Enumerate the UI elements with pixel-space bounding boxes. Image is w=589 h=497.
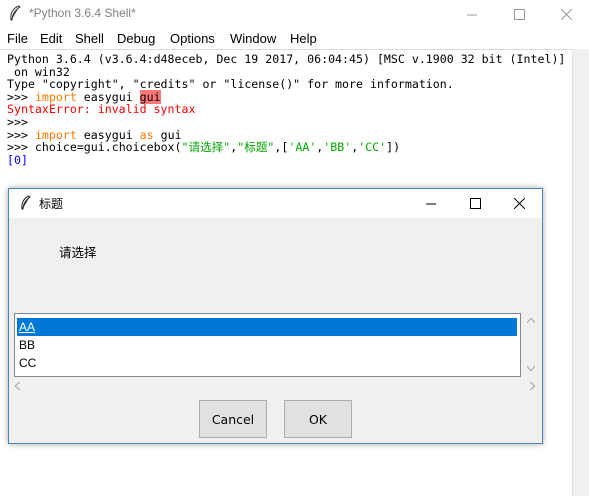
menu-shell[interactable]: Shell	[75, 31, 104, 46]
minimize-button[interactable]	[449, 0, 495, 28]
scroll-down-icon[interactable]	[526, 365, 536, 374]
window-title: *Python 3.6.4 Shell*	[29, 6, 136, 20]
choicebox-dialog: 标题 请选择 AA BB CC Cancel OK	[8, 188, 543, 444]
minimize-icon	[426, 194, 436, 213]
shell-vertical-scrollbar[interactable]	[572, 49, 589, 496]
scroll-up-icon[interactable]	[526, 317, 536, 326]
dialog-titlebar: 标题	[9, 189, 542, 218]
string-literal: 'CC'	[358, 140, 387, 155]
menu-bar: File Edit Shell Debug Options Window Hel…	[0, 28, 589, 49]
punct: ,[	[274, 140, 289, 155]
menu-debug[interactable]: Debug	[117, 31, 155, 46]
dialog-close-button[interactable]	[497, 189, 541, 218]
banner-line-1: Python 3.6.4 (v3.6.4:d48eceb, Dec 19 201…	[7, 52, 566, 66]
maximize-button[interactable]	[496, 0, 542, 28]
string-literal: "标题"	[237, 140, 275, 155]
minimize-icon	[467, 5, 477, 24]
string-literal: 'BB'	[323, 140, 352, 155]
menu-options[interactable]: Options	[170, 31, 215, 46]
listbox-vertical-scrollbar[interactable]	[522, 313, 539, 377]
scroll-right-icon[interactable]	[529, 381, 536, 393]
call-expression: choice=gui.choicebox(	[27, 140, 182, 155]
string-literal: 'AA'	[288, 140, 317, 155]
punct: ])	[386, 140, 401, 155]
python-feather-icon	[7, 5, 23, 22]
output-line: [0]	[7, 152, 28, 167]
dialog-maximize-button[interactable]	[453, 189, 497, 218]
list-item-aa[interactable]: AA	[17, 318, 517, 336]
list-item-bb[interactable]: BB	[17, 336, 517, 354]
close-icon	[560, 5, 572, 24]
dialog-title: 标题	[39, 197, 64, 211]
listbox-horizontal-scrollbar[interactable]	[14, 379, 539, 393]
close-icon	[513, 194, 525, 213]
ok-button[interactable]: OK	[284, 400, 352, 438]
list-item-cc[interactable]: CC	[17, 354, 517, 372]
tk-feather-icon	[19, 195, 33, 211]
menu-help[interactable]: Help	[290, 31, 317, 46]
cancel-button[interactable]: Cancel	[199, 400, 267, 438]
dialog-message: 请选择	[59, 245, 97, 260]
string-literal: "请选择"	[181, 140, 231, 155]
command-line-3: >>> choice=gui.choicebox("请选择","标题",['AA…	[7, 141, 400, 154]
maximize-icon	[469, 194, 481, 213]
menu-window[interactable]: Window	[230, 31, 276, 46]
dialog-minimize-button[interactable]	[409, 189, 453, 218]
maximize-icon	[513, 5, 525, 24]
error-message: SyntaxError: invalid syntax	[7, 102, 196, 117]
close-button[interactable]	[543, 0, 589, 28]
choices-listbox[interactable]: AA BB CC	[14, 313, 521, 377]
menu-edit[interactable]: Edit	[40, 31, 62, 46]
window-titlebar: *Python 3.6.4 Shell*	[0, 0, 589, 28]
menu-file[interactable]: File	[7, 31, 28, 46]
scroll-left-icon[interactable]	[14, 381, 21, 393]
